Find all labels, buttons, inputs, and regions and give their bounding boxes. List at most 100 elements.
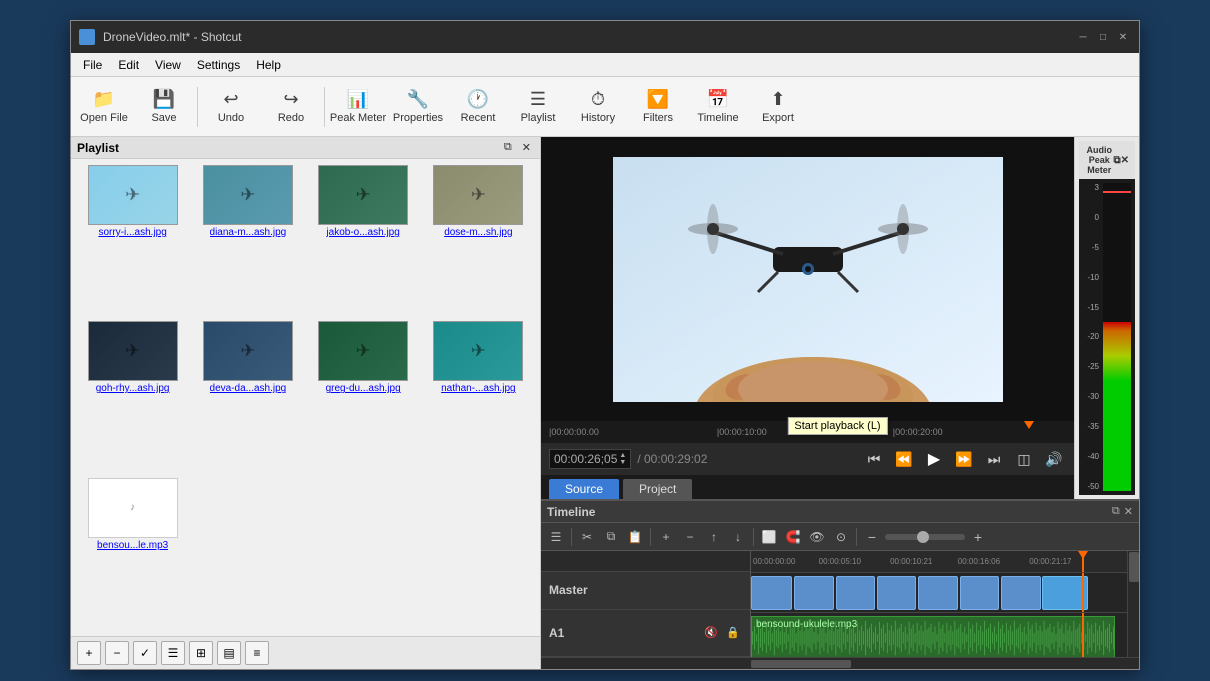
timeline-ripple-button[interactable]: ⬜: [758, 526, 780, 548]
time-spin-up[interactable]: ▲: [619, 452, 626, 459]
timecode-display[interactable]: 00:00:26;05 ▲ ▼: [549, 449, 631, 469]
meter-display: 3 0 -5 -10 -15 -20 -25 -30 -35 -40 -50: [1079, 179, 1135, 495]
scale-m35: -35: [1083, 422, 1099, 431]
timeline-scrub-button[interactable]: 👁: [806, 526, 828, 548]
timeline-menu-button[interactable]: ☰: [545, 526, 567, 548]
maximize-button[interactable]: □: [1095, 29, 1111, 45]
volume-button[interactable]: 🔊: [1042, 447, 1066, 471]
list-item[interactable]: ✈ goh-rhy...ash.jpg: [77, 321, 188, 473]
playlist-label-4: dose-m...sh.jpg: [444, 227, 512, 238]
in-out-button[interactable]: ◫: [1012, 447, 1036, 471]
playlist-more-button[interactable]: ≡: [245, 641, 269, 665]
menu-file[interactable]: File: [75, 56, 110, 74]
prev-frame-button[interactable]: ⏪: [892, 447, 916, 471]
playlist-list-button[interactable]: ☰: [161, 641, 185, 665]
app-icon: [79, 29, 95, 45]
recent-icon: 🕐: [467, 89, 489, 110]
properties-button[interactable]: 🔧 Properties: [389, 80, 447, 134]
timeline-add-track-button[interactable]: +: [655, 526, 677, 548]
tracks-area: 00:00:00:00 00:00:05:10 00:00:10:21 00:0…: [751, 551, 1127, 657]
menu-settings[interactable]: Settings: [189, 56, 248, 74]
timeline-button[interactable]: 📅 Timeline: [689, 80, 747, 134]
video-clip-3[interactable]: [836, 576, 875, 610]
timeline-copy-button[interactable]: ⧉: [600, 526, 622, 548]
zoom-slider[interactable]: [885, 534, 965, 540]
zoom-in-button[interactable]: +: [967, 526, 989, 548]
drone-icon-8: ✈: [471, 341, 486, 362]
filters-button[interactable]: 🔽 Filters: [629, 80, 687, 134]
playlist-details-button[interactable]: ▤: [217, 641, 241, 665]
timeline-vscrollbar[interactable]: [1127, 551, 1139, 657]
close-button[interactable]: ✕: [1115, 29, 1131, 45]
timeline-float-button[interactable]: ⧉: [1112, 505, 1120, 518]
project-tab[interactable]: Project: [623, 479, 692, 499]
timeline-close-button[interactable]: ✕: [1124, 505, 1133, 518]
list-item[interactable]: ✈ diana-m...ash.jpg: [192, 165, 303, 317]
timeline-snap-button[interactable]: 🧲: [782, 526, 804, 548]
timecode-total: / 00:00:29:02: [637, 452, 707, 466]
time-spin-down[interactable]: ▼: [619, 459, 626, 466]
zoom-out-button[interactable]: −: [861, 526, 883, 548]
open-file-label: Open File: [80, 112, 128, 124]
video-clip-1[interactable]: [751, 576, 792, 610]
next-frame-button[interactable]: ⏩: [952, 447, 976, 471]
timeline-ripple-all-button[interactable]: ⊙: [830, 526, 852, 548]
audio-meter-float[interactable]: ⧉: [1113, 155, 1120, 166]
playlist-button[interactable]: ☰ Playlist: [509, 80, 567, 134]
menu-help[interactable]: Help: [248, 56, 289, 74]
history-button[interactable]: ⏱ History: [569, 80, 627, 134]
timeline-razor-button[interactable]: ✂: [576, 526, 598, 548]
video-clip-5[interactable]: [918, 576, 957, 610]
export-button[interactable]: ⬆ Export: [749, 80, 807, 134]
open-file-button[interactable]: 📁 Open File: [75, 80, 133, 134]
playlist-label: Playlist: [521, 112, 556, 124]
list-item[interactable]: ✈ sorry-i...ash.jpg: [77, 165, 188, 317]
video-clip-2[interactable]: [794, 576, 833, 610]
scale-3: 3: [1083, 183, 1099, 192]
audio-clip[interactable]: bensound-ukulele.mp3: [751, 616, 1115, 657]
playlist-float-button[interactable]: ⧉: [501, 140, 515, 155]
meter-bar-wrapper: [1103, 183, 1131, 491]
timeline-hscrollbar[interactable]: [541, 657, 1139, 669]
peak-meter-button[interactable]: 📊 Peak Meter: [329, 80, 387, 134]
timeline-toolbar: ☰ ✂ ⧉ 📋 + − ↑ ↓ ⬜ 🧲 👁 ⊙: [541, 523, 1139, 551]
video-clip-4[interactable]: [877, 576, 916, 610]
list-item[interactable]: ♪ bensou...le.mp3: [77, 478, 188, 630]
source-tab[interactable]: Source: [549, 479, 619, 499]
list-item[interactable]: ✈ jakob-o...ash.jpg: [308, 165, 419, 317]
video-clip-8-selected[interactable]: [1042, 576, 1087, 610]
playlist-check-button[interactable]: ✓: [133, 641, 157, 665]
redo-button[interactable]: ↪ Redo: [262, 80, 320, 134]
undo-label: Undo: [218, 112, 244, 124]
menu-view[interactable]: View: [147, 56, 189, 74]
lock-button[interactable]: 🔒: [724, 624, 742, 642]
list-item[interactable]: ✈ nathan-...ash.jpg: [423, 321, 534, 473]
timeline-overwrite-button[interactable]: ↓: [727, 526, 749, 548]
save-button[interactable]: 💾 Save: [135, 80, 193, 134]
menu-edit[interactable]: Edit: [110, 56, 147, 74]
timeline-lift-button[interactable]: ↑: [703, 526, 725, 548]
vscroll-thumb[interactable]: [1129, 552, 1139, 582]
list-item[interactable]: ✈ greg-du...ash.jpg: [308, 321, 419, 473]
hscroll-thumb[interactable]: [751, 660, 851, 668]
mute-button[interactable]: 🔇: [702, 624, 720, 642]
zoom-slider-thumb[interactable]: [917, 531, 929, 543]
timeline-remove-track-button[interactable]: −: [679, 526, 701, 548]
skip-end-button[interactable]: ⏭: [982, 447, 1006, 471]
list-item[interactable]: ✈ deva-da...ash.jpg: [192, 321, 303, 473]
playlist-close-button[interactable]: ✕: [519, 140, 534, 155]
list-item[interactable]: ✈ dose-m...sh.jpg: [423, 165, 534, 317]
playlist-add-button[interactable]: +: [77, 641, 101, 665]
recent-button[interactable]: 🕐 Recent: [449, 80, 507, 134]
time-spinner[interactable]: ▲ ▼: [619, 452, 626, 466]
undo-button[interactable]: ↩ Undo: [202, 80, 260, 134]
playlist-grid-button[interactable]: ⊞: [189, 641, 213, 665]
skip-start-button[interactable]: ⏮: [862, 447, 886, 471]
timeline-paste-button[interactable]: 📋: [624, 526, 646, 548]
playlist-remove-button[interactable]: −: [105, 641, 129, 665]
video-clip-6[interactable]: [960, 576, 999, 610]
minimize-button[interactable]: ─: [1075, 29, 1091, 45]
audio-meter-close[interactable]: ✕: [1121, 155, 1129, 166]
play-button[interactable]: ▶: [922, 447, 946, 471]
video-clip-7[interactable]: [1001, 576, 1040, 610]
